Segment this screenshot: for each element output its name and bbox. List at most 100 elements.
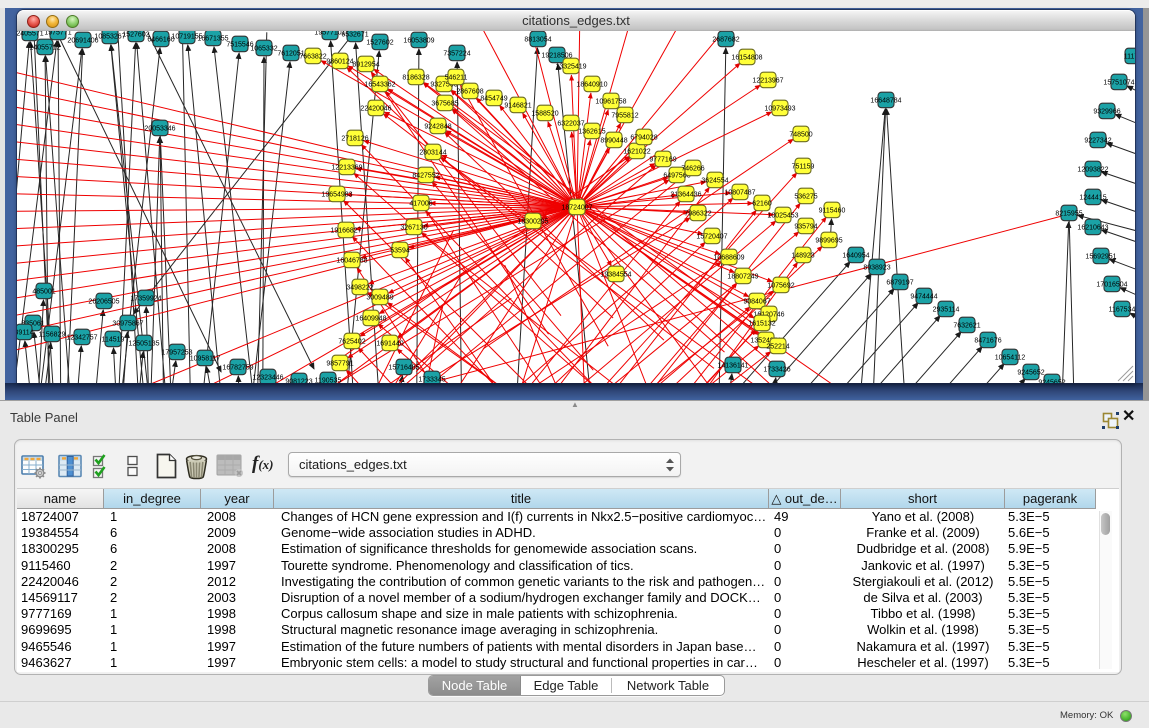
svg-text:8912954: 8912954 bbox=[352, 62, 379, 69]
svg-text:1621022: 1621022 bbox=[623, 149, 650, 156]
svg-text:16053809: 16053809 bbox=[403, 38, 434, 45]
svg-text:9115460: 9115460 bbox=[819, 208, 846, 215]
svg-text:16648784: 16648784 bbox=[870, 98, 901, 105]
svg-text:12213369: 12213369 bbox=[331, 165, 362, 172]
svg-text:485001: 485001 bbox=[32, 289, 55, 296]
svg-text:9084067: 9084067 bbox=[743, 299, 770, 306]
svg-text:39114: 39114 bbox=[17, 330, 34, 337]
svg-text:751159: 751159 bbox=[792, 164, 815, 171]
svg-text:16046788: 16046788 bbox=[336, 258, 367, 265]
svg-text:1691440: 1691440 bbox=[376, 341, 403, 348]
svg-text:1527602: 1527602 bbox=[366, 40, 393, 47]
svg-text:10807487: 10807487 bbox=[724, 190, 755, 197]
svg-text:8427552: 8427552 bbox=[412, 173, 439, 180]
svg-text:9899695: 9899695 bbox=[815, 238, 842, 245]
svg-text:15720407: 15720407 bbox=[696, 234, 727, 241]
svg-text:1588520: 1588520 bbox=[531, 111, 558, 118]
svg-text:10961758: 10961758 bbox=[595, 99, 626, 106]
svg-text:19166827: 19166827 bbox=[330, 228, 361, 235]
svg-text:9146821: 9146821 bbox=[504, 103, 531, 110]
svg-text:6794028: 6794028 bbox=[630, 135, 657, 142]
svg-text:14136141: 14136141 bbox=[717, 363, 748, 370]
svg-text:30975867: 30975867 bbox=[112, 321, 143, 328]
svg-text:9245652: 9245652 bbox=[1038, 380, 1065, 383]
svg-text:22420046: 22420046 bbox=[360, 106, 391, 113]
svg-text:10688609: 10688609 bbox=[713, 255, 744, 262]
svg-text:6879197: 6879197 bbox=[886, 280, 913, 287]
svg-text:10958117: 10958117 bbox=[190, 356, 221, 363]
svg-text:1527602: 1527602 bbox=[122, 32, 149, 39]
svg-text:16409948: 16409948 bbox=[355, 316, 386, 323]
svg-text:12505135: 12505135 bbox=[128, 341, 159, 348]
svg-text:1640954: 1640954 bbox=[842, 253, 869, 260]
svg-text:8186328: 8186328 bbox=[402, 75, 429, 82]
svg-text:12323446: 12323446 bbox=[252, 375, 283, 382]
svg-text:8813054: 8813054 bbox=[524, 37, 551, 44]
svg-text:1075692: 1075692 bbox=[767, 283, 794, 290]
svg-text:62160: 62160 bbox=[752, 201, 772, 208]
svg-text:6322037: 6322037 bbox=[557, 121, 584, 128]
svg-text:10654112: 10654112 bbox=[995, 355, 1026, 362]
svg-text:8990448: 8990448 bbox=[600, 138, 627, 145]
svg-text:3267130: 3267130 bbox=[400, 225, 427, 232]
svg-text:8215955: 8215955 bbox=[1055, 211, 1082, 218]
svg-text:748500: 748500 bbox=[789, 132, 812, 139]
svg-text:9329966: 9329966 bbox=[1093, 109, 1120, 116]
svg-text:2718126: 2718126 bbox=[341, 136, 368, 143]
svg-text:15716485: 15716485 bbox=[388, 365, 419, 372]
svg-text:148923: 148923 bbox=[791, 253, 814, 260]
svg-text:15751074: 15751074 bbox=[1103, 80, 1134, 87]
svg-text:3624554: 3624554 bbox=[701, 178, 728, 185]
svg-text:26206505: 26206505 bbox=[88, 299, 119, 306]
svg-text:252214: 252214 bbox=[766, 344, 789, 351]
svg-text:12213967: 12213967 bbox=[752, 78, 783, 85]
svg-text:13325419: 13325419 bbox=[555, 64, 586, 71]
svg-text:3675685: 3675685 bbox=[431, 101, 458, 108]
svg-text:7357224: 7357224 bbox=[443, 51, 470, 58]
svg-text:53594: 53594 bbox=[390, 248, 410, 255]
svg-text:8454749: 8454749 bbox=[480, 96, 507, 103]
svg-text:9081223: 9081223 bbox=[285, 379, 312, 383]
svg-text:14055712: 14055712 bbox=[29, 45, 60, 52]
svg-text:17359924: 17359924 bbox=[130, 296, 161, 303]
svg-text:1065332: 1065332 bbox=[250, 46, 277, 53]
svg-text:7663822: 7663822 bbox=[299, 54, 326, 61]
svg-text:21364436: 21364436 bbox=[670, 192, 701, 199]
svg-text:10025453: 10025453 bbox=[767, 213, 798, 220]
svg-text:2687682: 2687682 bbox=[712, 37, 739, 44]
svg-text:1975771: 1975771 bbox=[44, 31, 71, 37]
svg-text:6532671: 6532671 bbox=[341, 32, 368, 39]
svg-text:2935114: 2935114 bbox=[933, 307, 960, 314]
svg-text:16210643: 16210643 bbox=[1077, 225, 1108, 232]
svg-text:9777169: 9777169 bbox=[649, 157, 676, 164]
svg-text:1733345: 1733345 bbox=[418, 377, 445, 383]
svg-text:19384554: 19384554 bbox=[600, 272, 631, 279]
svg-text:9242848: 9242848 bbox=[424, 124, 451, 131]
svg-text:7986322: 7986322 bbox=[684, 211, 711, 218]
svg-text:16154808: 16154808 bbox=[731, 55, 762, 62]
svg-text:15692951: 15692951 bbox=[1085, 254, 1116, 261]
svg-text:18640910: 18640910 bbox=[576, 82, 607, 89]
svg-text:536275: 536275 bbox=[794, 194, 817, 201]
svg-text:18807249: 18807249 bbox=[727, 274, 758, 281]
svg-text:12342757: 12342757 bbox=[66, 335, 97, 342]
svg-text:10853267: 10853267 bbox=[94, 34, 125, 41]
svg-text:11173: 11173 bbox=[1124, 54, 1135, 61]
svg-text:12093822: 12093822 bbox=[1077, 167, 1108, 174]
svg-text:9474444: 9474444 bbox=[910, 294, 937, 301]
svg-text:2867608: 2867608 bbox=[456, 89, 483, 96]
svg-text:16543362: 16543362 bbox=[364, 82, 395, 89]
svg-text:17016504: 17016504 bbox=[1096, 282, 1127, 289]
svg-text:3009489: 3009489 bbox=[366, 295, 393, 302]
svg-text:935794: 935794 bbox=[794, 224, 817, 231]
svg-text:9860124: 9860124 bbox=[326, 59, 353, 66]
svg-text:1156829: 1156829 bbox=[39, 332, 66, 339]
svg-text:1362615: 1362615 bbox=[578, 129, 605, 136]
svg-text:16782759: 16782759 bbox=[222, 365, 253, 372]
svg-text:9227342: 9227342 bbox=[1084, 138, 1111, 145]
svg-text:19654983: 19654983 bbox=[321, 192, 352, 199]
svg-text:2803144: 2803144 bbox=[419, 150, 446, 157]
svg-text:7955812: 7955812 bbox=[611, 113, 638, 120]
svg-text:1190535: 1190535 bbox=[315, 378, 342, 383]
svg-text:9245652: 9245652 bbox=[1017, 370, 1044, 377]
